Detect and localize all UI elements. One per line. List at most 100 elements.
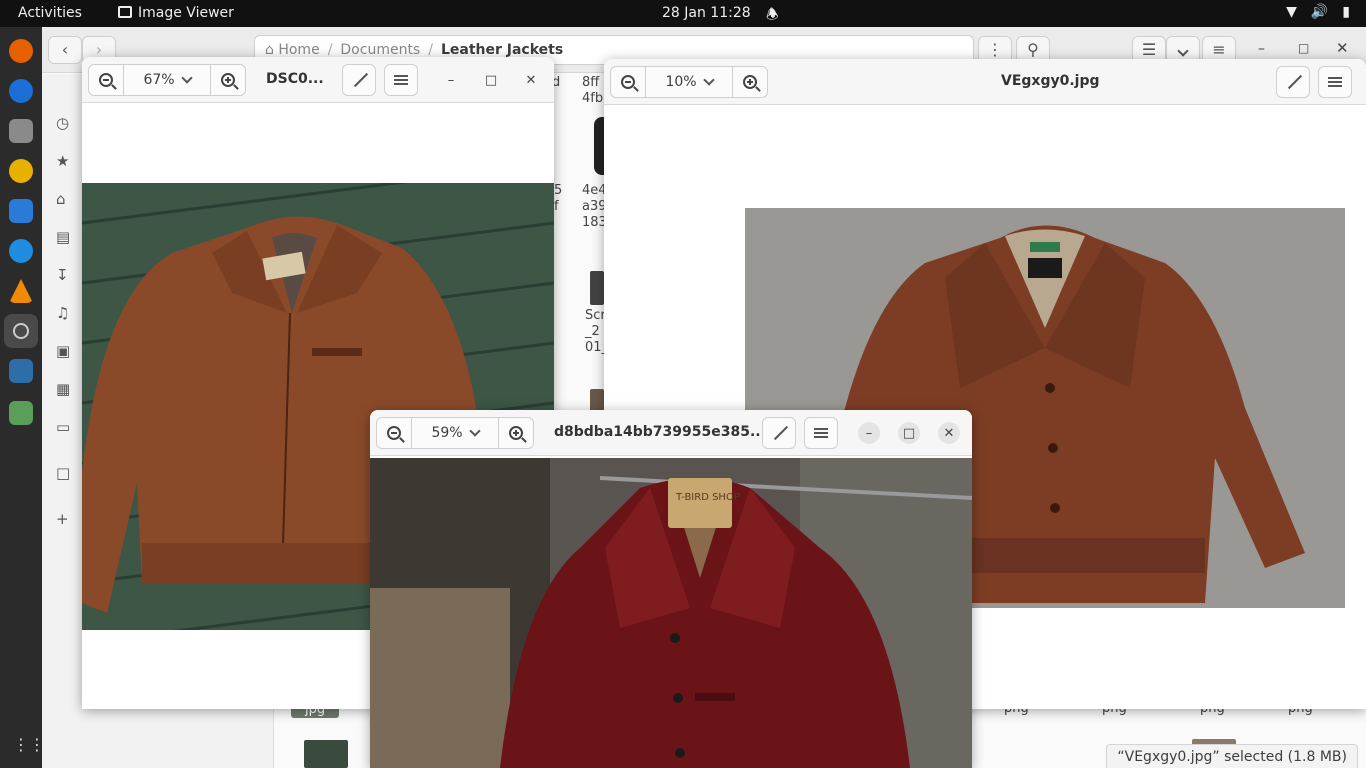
zoom-in-button[interactable]	[211, 65, 245, 95]
image-viewer-icon	[118, 6, 132, 18]
zoom-out-button[interactable]	[377, 418, 411, 448]
add-location-icon[interactable]: +	[56, 510, 69, 528]
close-button[interactable]: ✕	[520, 69, 542, 91]
zoom-controls: 59%	[376, 417, 534, 449]
display-icon[interactable]	[9, 359, 33, 383]
zoom-out-button[interactable]	[89, 65, 123, 95]
videos-icon[interactable]: ▦	[56, 380, 70, 398]
file-name-fragment: 5	[554, 183, 563, 198]
fullscreen-button[interactable]	[1276, 66, 1310, 98]
app-name: Image Viewer	[138, 5, 234, 21]
image-viewer-dock-icon[interactable]	[4, 314, 38, 348]
activities-button[interactable]: Activities	[18, 5, 82, 21]
writer-icon[interactable]	[9, 199, 33, 223]
path-documents[interactable]: Documents	[340, 42, 420, 58]
music-icon[interactable]: ♫	[56, 304, 69, 322]
file-name-fragment: 4fb	[582, 91, 604, 106]
zoom-level-dropdown[interactable]: 67%	[123, 65, 211, 95]
documents-icon[interactable]: ▤	[56, 228, 70, 246]
close-button[interactable]: ✕	[938, 422, 960, 444]
fm-close-button[interactable]: ✕	[1336, 39, 1349, 57]
clock[interactable]: 28 Jan 11:28	[662, 5, 751, 21]
fullscreen-icon	[772, 426, 786, 440]
zoom-in-icon	[743, 75, 757, 89]
path-home[interactable]: Home	[278, 42, 319, 58]
zoom-out-icon	[621, 75, 635, 89]
zoom-in-icon	[221, 73, 235, 87]
zoom-controls: 10%	[610, 66, 768, 98]
chevron-down-icon	[468, 425, 481, 437]
fullscreen-icon	[1286, 75, 1300, 89]
wifi-icon: ▼	[1286, 4, 1297, 20]
menu-icon	[394, 75, 408, 85]
minimize-button[interactable]: –	[858, 422, 880, 444]
file-thumbnail[interactable]	[304, 740, 348, 768]
zoom-in-button[interactable]	[499, 418, 533, 448]
window-title: DSC0...	[266, 71, 324, 87]
path-current[interactable]: Leather Jackets	[441, 42, 563, 58]
menu-icon	[814, 428, 828, 438]
recent-icon[interactable]: ◷	[56, 114, 69, 132]
fullscreen-icon	[352, 73, 366, 87]
file-thumbnail[interactable]	[590, 389, 604, 411]
minimize-button[interactable]: –	[440, 69, 462, 91]
viewer-header: 67% DSC0... – □ ✕	[82, 57, 554, 103]
file-name-fragment: 8ff	[582, 75, 600, 90]
downloads-icon[interactable]: ↧	[56, 266, 69, 284]
file-name-fragment: _2	[585, 324, 600, 339]
zoom-controls: 67%	[88, 64, 246, 96]
menu-button[interactable]	[804, 417, 838, 449]
menu-button[interactable]	[1318, 66, 1352, 98]
trash-sidebar-icon[interactable]: ▭	[56, 418, 70, 436]
viewer-header: 10% VEgxgy0.jpg	[604, 59, 1366, 105]
top-bar: Activities Image Viewer 28 Jan 11:28 🕭 ▼…	[0, 0, 1366, 27]
vlc-icon[interactable]	[9, 279, 33, 303]
file-thumbnail[interactable]	[590, 271, 604, 305]
viewer-window-d8bdba: 59% d8bdba14bb739955e385... – □ ✕ T-BIRD…	[370, 410, 972, 768]
rhythmbox-icon[interactable]	[9, 159, 33, 183]
chevron-down-icon	[180, 72, 193, 84]
other-locations-icon[interactable]: □	[56, 464, 70, 482]
zoom-in-button[interactable]	[733, 67, 767, 97]
zoom-out-button[interactable]	[611, 67, 645, 97]
zoom-level-dropdown[interactable]: 59%	[411, 418, 499, 448]
firefox-icon[interactable]	[9, 39, 33, 63]
fm-maximize-button[interactable]: □	[1298, 41, 1309, 55]
zoom-out-icon	[387, 426, 401, 440]
home-icon: ⌂	[265, 42, 274, 58]
zoom-in-icon	[509, 426, 523, 440]
system-tray[interactable]: ▼ 🔊 ▮	[1286, 4, 1350, 20]
window-title: d8bdba14bb739955e385...	[554, 424, 766, 440]
dock: ⋮⋮⋮	[0, 27, 61, 768]
chevron-down-icon	[1177, 45, 1189, 57]
zoom-level: 59%	[431, 425, 463, 441]
file-name-fragment: a39	[582, 199, 607, 214]
maximize-button[interactable]: □	[480, 69, 502, 91]
thunderbird-icon[interactable]	[9, 79, 33, 103]
volume-icon: 🔊	[1310, 4, 1329, 20]
photo-oxblood-jacket-rack: T-BIRD SHOP	[370, 458, 972, 768]
back-button[interactable]: ‹	[48, 36, 82, 64]
chevron-down-icon	[702, 74, 715, 86]
files-icon[interactable]	[9, 119, 33, 143]
status-bar: “VEgxgy0.jpg” selected (1.8 MB)	[1106, 744, 1358, 768]
fm-minimize-button[interactable]: –	[1258, 41, 1265, 57]
trash-icon[interactable]	[9, 401, 33, 425]
zoom-level: 67%	[143, 72, 175, 88]
starred-icon[interactable]: ★	[56, 152, 69, 170]
menu-button[interactable]	[384, 64, 418, 96]
jacket-tag-text: T-BIRD SHOP	[675, 492, 740, 503]
pictures-icon[interactable]: ▣	[56, 342, 70, 360]
fullscreen-button[interactable]	[342, 64, 376, 96]
home-sidebar-icon[interactable]: ⌂	[56, 190, 66, 208]
maximize-button[interactable]: □	[898, 422, 920, 444]
zoom-level: 10%	[665, 74, 697, 90]
file-name-fragment: 4e4	[582, 183, 607, 198]
help-icon[interactable]	[9, 239, 33, 263]
zoom-level-dropdown[interactable]: 10%	[645, 67, 733, 97]
search-icon: ⚲	[1027, 40, 1039, 59]
fullscreen-button[interactable]	[762, 417, 796, 449]
file-name-fragment: f	[554, 199, 559, 214]
app-menu[interactable]: Image Viewer	[118, 5, 234, 21]
jacket-illustration: T-BIRD SHOP	[370, 458, 972, 768]
